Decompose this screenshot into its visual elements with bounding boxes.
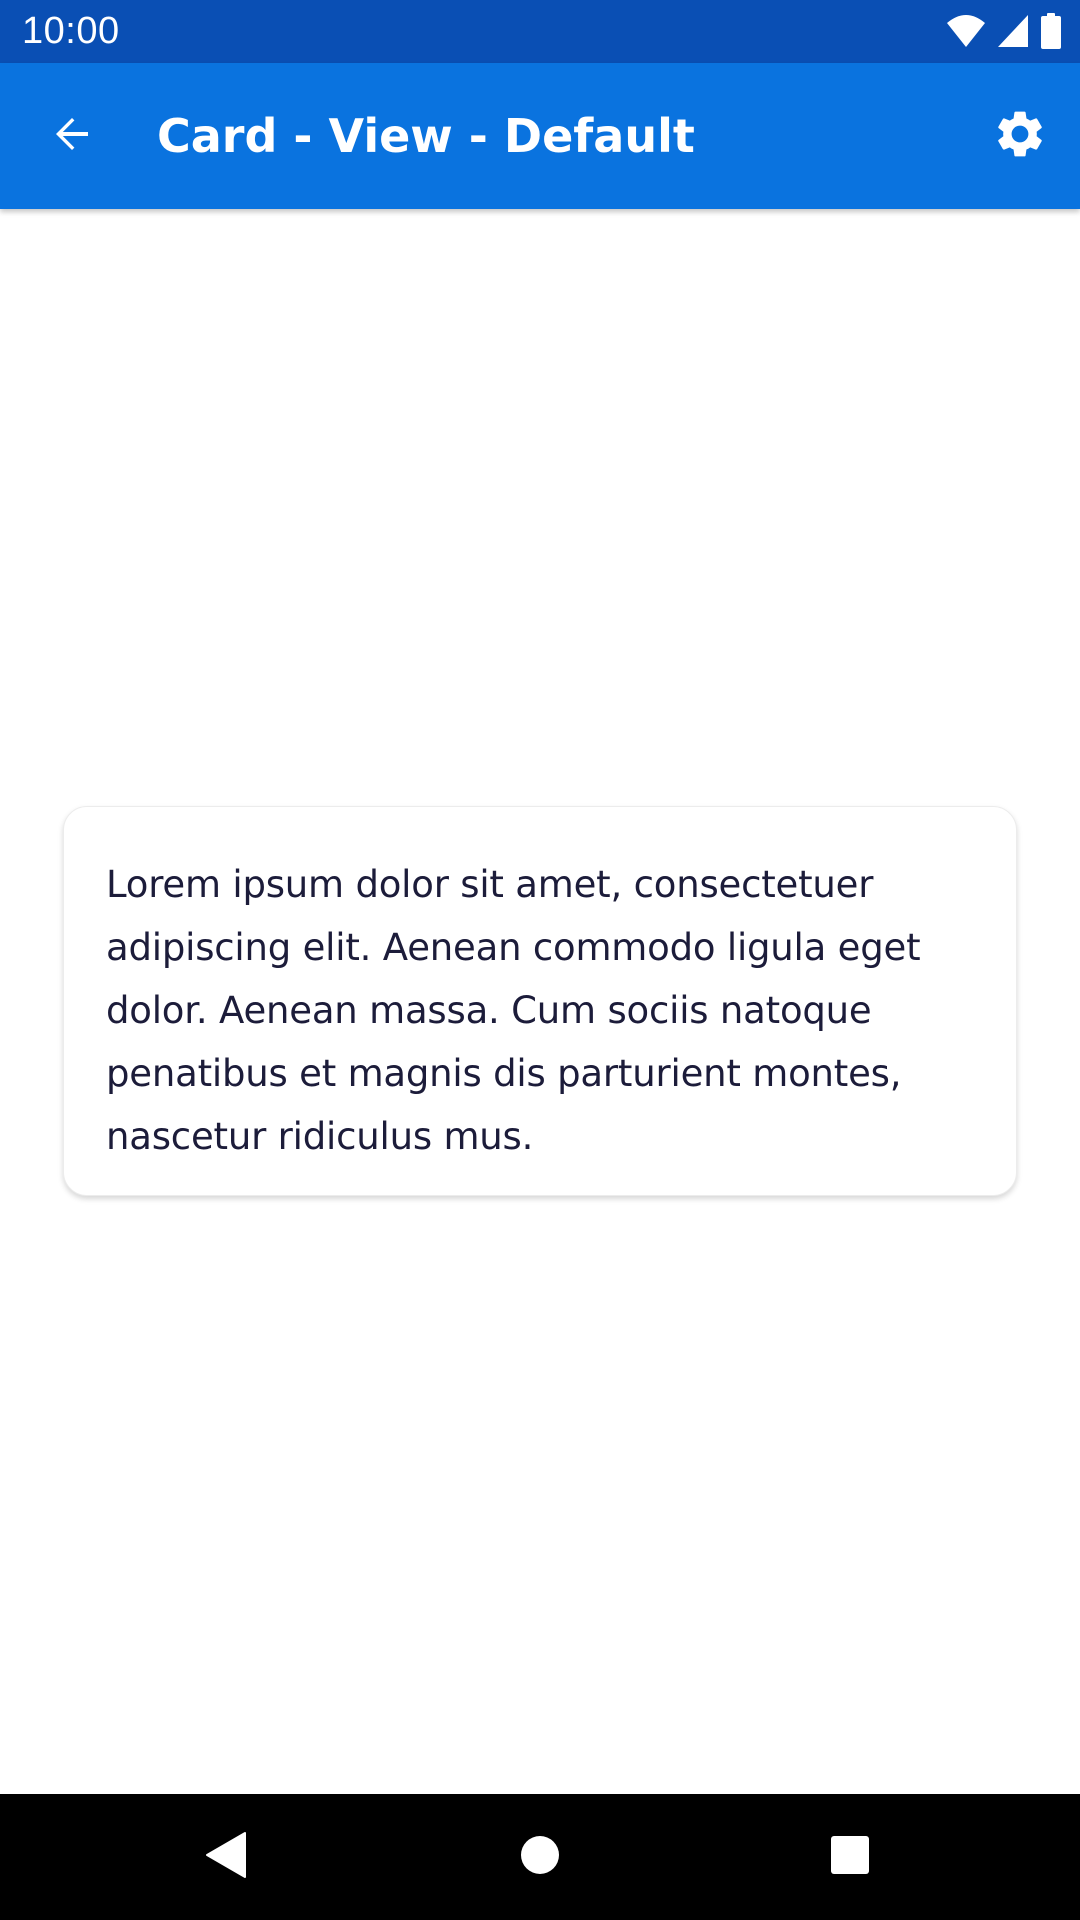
back-button[interactable] bbox=[36, 100, 108, 172]
signal-icon bbox=[996, 13, 1030, 49]
navigation-bar bbox=[0, 1794, 1080, 1920]
gear-icon bbox=[992, 106, 1048, 166]
battery-icon bbox=[1040, 13, 1062, 49]
home-circle-icon bbox=[520, 1835, 560, 1879]
screen: 10:00 Card - View - Default Lorem ipsum … bbox=[0, 0, 1080, 1920]
nav-back-button[interactable] bbox=[190, 1822, 260, 1892]
settings-button[interactable] bbox=[984, 100, 1056, 172]
app-bar: Card - View - Default bbox=[0, 63, 1080, 209]
page-title: Card - View - Default bbox=[157, 109, 695, 163]
card-body-text: Lorem ipsum dolor sit amet, consectetuer… bbox=[106, 863, 921, 1158]
nav-home-button[interactable] bbox=[505, 1822, 575, 1892]
recents-square-icon bbox=[830, 1835, 870, 1879]
wifi-icon bbox=[946, 13, 986, 49]
arrow-back-icon bbox=[48, 110, 96, 162]
status-bar: 10:00 bbox=[0, 0, 1080, 63]
nav-recents-button[interactable] bbox=[815, 1822, 885, 1892]
status-time: 10:00 bbox=[22, 10, 120, 52]
card: Lorem ipsum dolor sit amet, consectetuer… bbox=[63, 806, 1017, 1196]
back-triangle-icon bbox=[203, 1831, 247, 1883]
status-icons bbox=[946, 13, 1062, 49]
